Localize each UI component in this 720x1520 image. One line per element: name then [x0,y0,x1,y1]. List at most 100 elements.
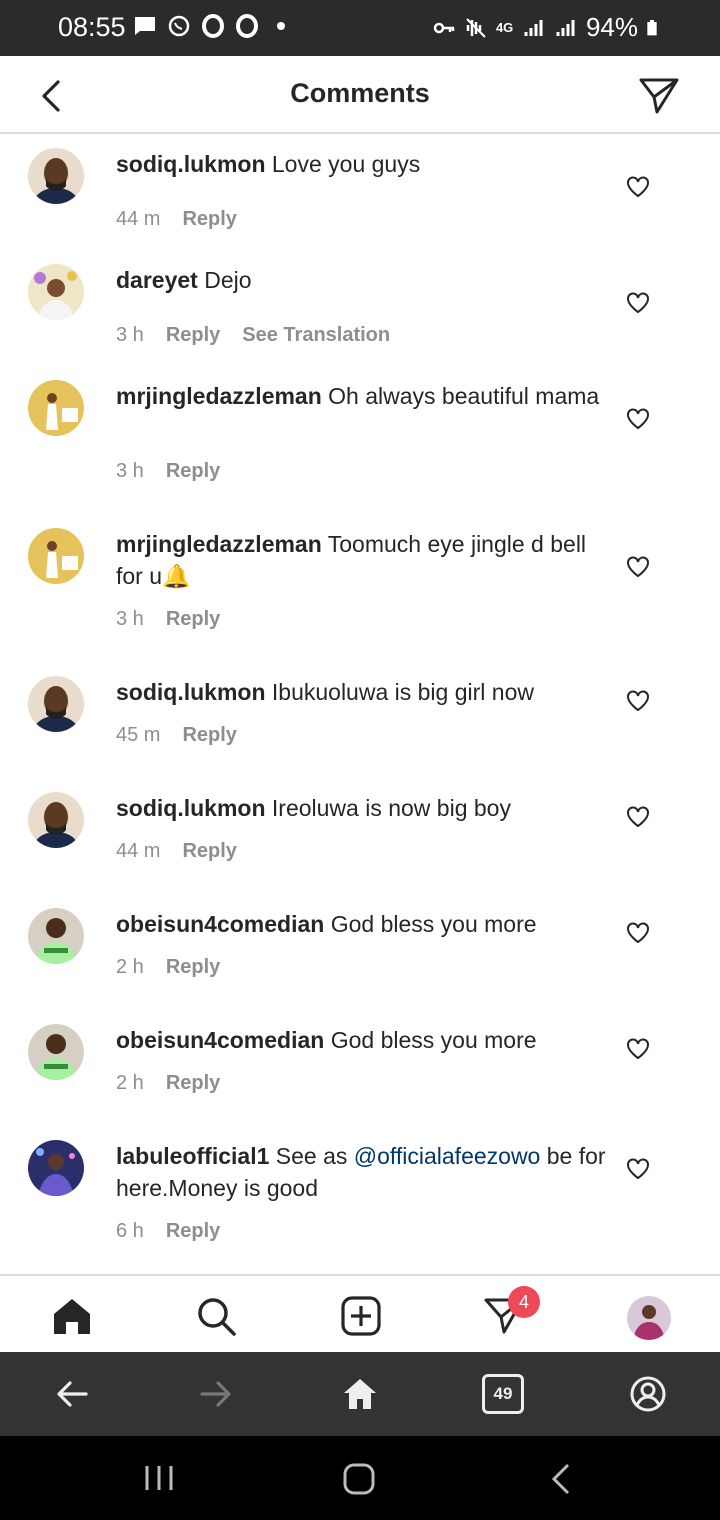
comment-username[interactable]: dareyet [116,267,198,293]
like-heart-icon[interactable] [626,922,650,944]
whatsapp-icon [168,15,190,37]
key-icon [433,22,455,33]
comment-text: mrjingledazzleman Toomuch eye jingle d b… [116,528,606,592]
avatar[interactable] [28,380,84,436]
page-title: Comments [290,78,430,108]
tab-count-button[interactable]: 49 [482,1374,524,1414]
comment-username[interactable]: obeisun4comedian [116,911,324,937]
reply-button[interactable]: Reply [166,1220,220,1243]
account-icon[interactable] [628,1374,668,1414]
like-heart-icon[interactable] [626,556,650,578]
comment-username[interactable]: mrjingledazzleman [116,531,322,557]
like-heart-icon[interactable] [626,176,650,198]
comment-body: Oh always beautiful mama [328,383,600,409]
comment-meta: 3 h Reply See Translation [116,324,390,347]
new-post-icon[interactable] [339,1294,383,1338]
direct-send-icon[interactable] [638,76,680,116]
comment-text: obeisun4comedian God bless you more [116,908,606,940]
profile-avatar[interactable] [627,1296,671,1340]
status-bar: 08:55 4G 94% [0,0,720,56]
like-heart-icon[interactable] [626,408,650,430]
search-icon[interactable] [194,1294,238,1338]
comment-meta: 2 h Reply [116,956,220,979]
comment-body: Ireoluwa is now big boy [271,795,511,821]
comment-text: sodiq.lukmon Ibukuoluwa is big girl now [116,676,606,708]
comment-time: 2 h [116,1072,144,1094]
avatar[interactable] [28,264,84,320]
avatar[interactable] [28,528,84,584]
status-time: 08:55 [58,12,126,42]
comment-item: labuleofficial1 See as @officialafeezowo… [0,1140,720,1272]
avatar[interactable] [28,148,84,204]
comment-username[interactable]: obeisun4comedian [116,1027,324,1053]
like-heart-icon[interactable] [626,806,650,828]
comment-username[interactable]: sodiq.lukmon [116,679,266,705]
reply-button[interactable]: Reply [166,608,220,631]
opera-icon [202,14,224,38]
reply-button[interactable]: Reply [182,840,236,863]
comment-meta: 44 m Reply [116,208,237,231]
avatar[interactable] [28,792,84,848]
mute-icon [466,17,486,38]
comment-time: 3 h [116,608,144,630]
reply-button[interactable]: Reply [182,208,236,231]
reply-button[interactable]: Reply [166,1072,220,1095]
reply-button[interactable]: Reply [182,724,236,747]
comment-time: 2 h [116,956,144,978]
mention-link[interactable]: @officialafeezowo [354,1143,541,1169]
browser-back-icon[interactable] [52,1374,92,1414]
comment-meta: 3 h Reply [116,608,220,631]
browser-home-icon[interactable] [340,1374,380,1414]
comment-meta: 44 m Reply [116,840,237,863]
avatar[interactable] [28,676,84,732]
bottom-nav: 4 [0,1274,720,1352]
comment-item: mrjingledazzleman Toomuch eye jingle d b… [0,528,720,660]
comment-username[interactable]: sodiq.lukmon [116,151,266,177]
reply-button[interactable]: Reply [166,460,220,483]
like-heart-icon[interactable] [626,292,650,314]
comment-text: mrjingledazzleman Oh always beautiful ma… [116,380,606,412]
comment-time: 3 h [116,324,144,346]
comment-username[interactable]: labuleofficial1 [116,1143,269,1169]
comment-item: obeisun4comedian God bless you more 2 h … [0,1024,720,1124]
comment-body: God bless you more [330,911,537,937]
avatar[interactable] [28,1140,84,1196]
comment-username[interactable]: sodiq.lukmon [116,795,266,821]
avatar[interactable] [28,1024,84,1080]
like-heart-icon[interactable] [626,1158,650,1180]
signal-icon [524,19,543,36]
like-heart-icon[interactable] [626,1038,650,1060]
comment-meta: 3 h Reply [116,460,220,483]
like-heart-icon[interactable] [626,690,650,712]
comment-text: dareyet Dejo [116,264,606,296]
comment-item: sodiq.lukmon Love you guys 44 m Reply [0,148,720,248]
see-translation-button[interactable]: See Translation [242,324,390,347]
comment-body: Love you guys [271,151,421,177]
comment-time: 44 m [116,840,161,862]
comment-item: dareyet Dejo 3 h Reply See Translation [0,264,720,364]
opera-icon [236,14,258,38]
system-back-icon[interactable] [548,1462,574,1496]
dot-icon [277,22,285,30]
status-right: 4G 94% [432,12,662,43]
browser-forward-icon[interactable] [196,1374,236,1414]
comment-time: 44 m [116,208,161,230]
comment-body: See as [275,1143,348,1169]
reply-button[interactable]: Reply [166,956,220,979]
recent-apps-icon[interactable] [142,1462,176,1494]
reply-button[interactable]: Reply [166,324,220,347]
comment-body: God bless you more [330,1027,537,1053]
comment-time: 6 h [116,1220,144,1242]
comment-text: obeisun4comedian God bless you more [116,1024,606,1056]
comments-header: Comments [0,56,720,134]
comment-item: mrjingledazzleman Oh always beautiful ma… [0,380,720,512]
comment-item: sodiq.lukmon Ireoluwa is now big boy 44 … [0,792,720,892]
comment-text: labuleofficial1 See as @officialafeezowo… [116,1140,606,1204]
home-icon[interactable] [50,1294,94,1338]
comment-body: Dejo [204,267,252,293]
comment-body: Ibukuoluwa is big girl now [271,679,534,705]
comment-username[interactable]: mrjingledazzleman [116,383,322,409]
avatar[interactable] [28,908,84,964]
comment-meta: 6 h Reply [116,1220,220,1243]
system-home-icon[interactable] [342,1462,376,1496]
